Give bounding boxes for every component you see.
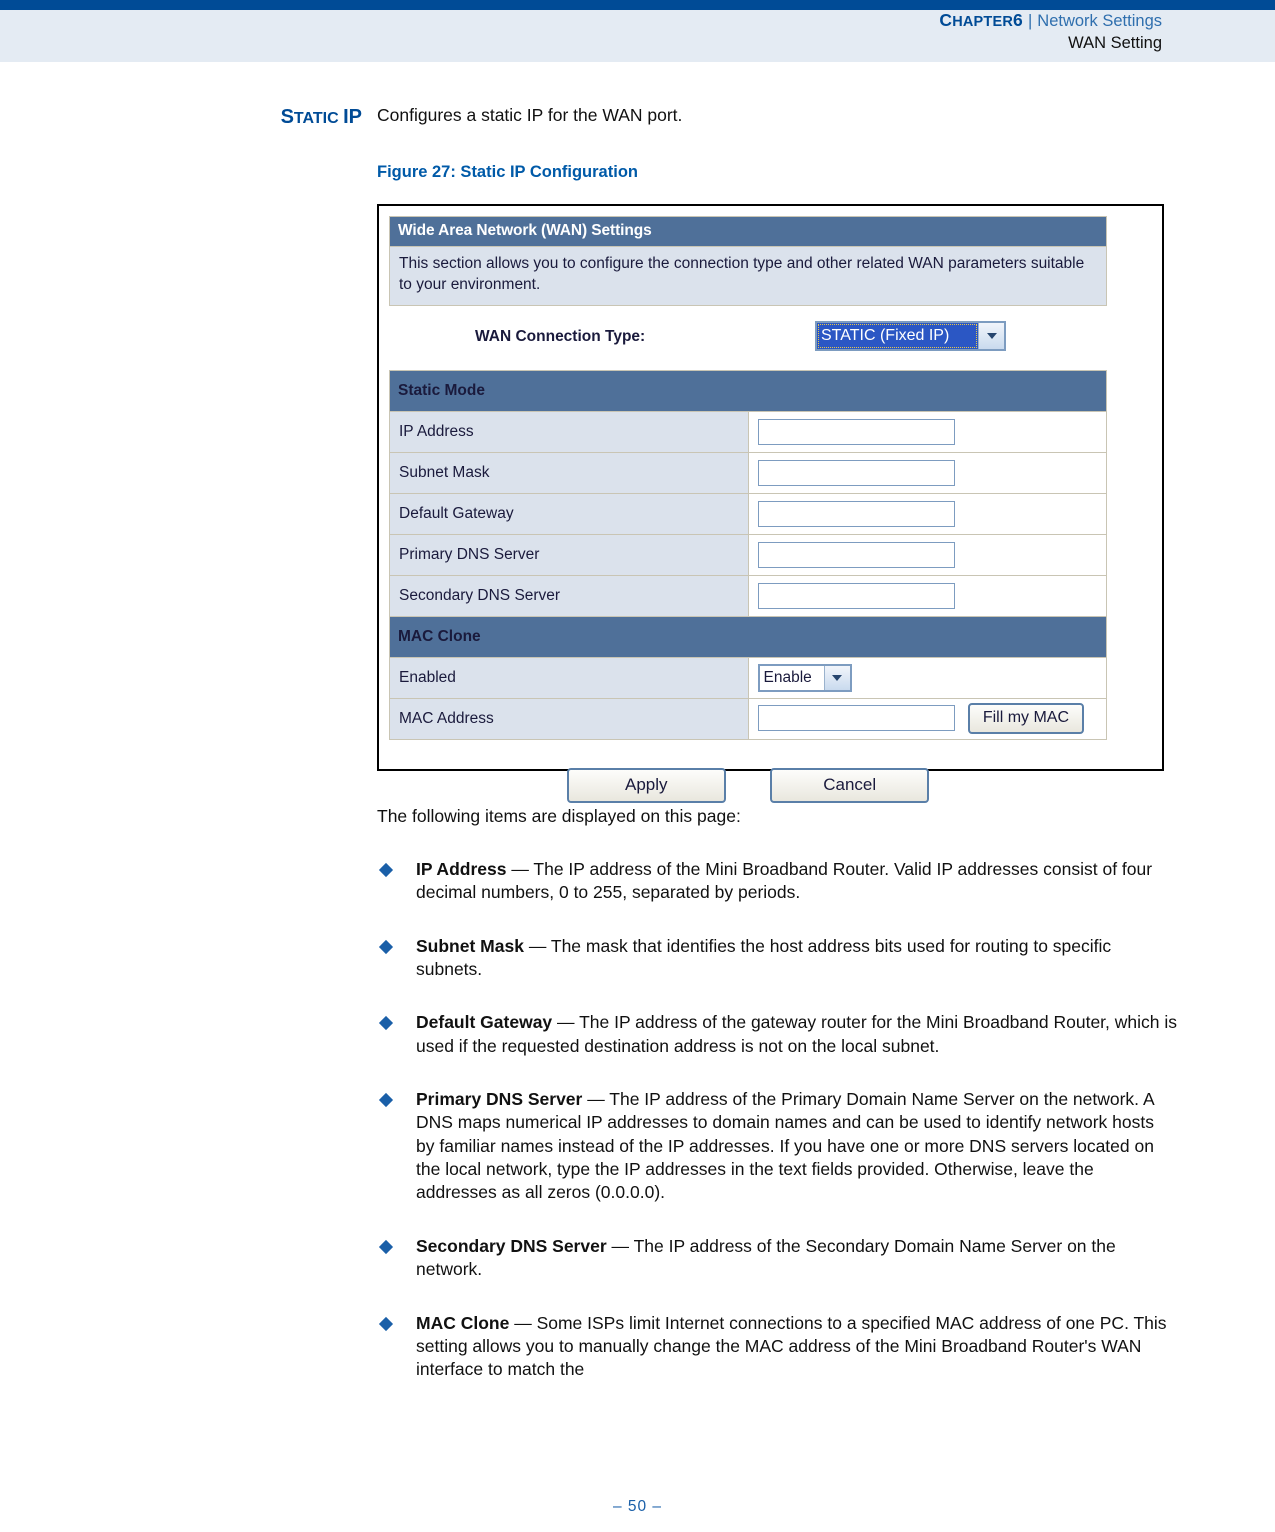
table-row: Enabled Enable <box>389 656 1107 699</box>
cancel-button[interactable]: Cancel <box>770 767 930 803</box>
dash-separator: — <box>582 1089 610 1109</box>
subnet-mask-input[interactable] <box>757 459 955 486</box>
intro-paragraph: Configures a static IP for the WAN port. <box>377 105 683 125</box>
mac-clone-section-title: MAC Clone <box>389 615 1107 658</box>
fill-my-mac-button[interactable]: Fill my MAC <box>967 703 1085 735</box>
list-item: Primary DNS Server — The IP address of t… <box>377 1088 1177 1205</box>
mac-address-label: MAC Address <box>389 697 749 740</box>
chapter-label: CHAPTER6 <box>939 10 1023 30</box>
list-item: IP Address — The IP address of the Mini … <box>377 858 1177 905</box>
page-top-rule <box>0 0 1275 10</box>
item-description-list: IP Address — The IP address of the Mini … <box>377 858 1177 1382</box>
marginal-initial: S <box>280 106 294 128</box>
dash-separator: — <box>506 858 534 879</box>
diamond-bullet-icon <box>378 862 394 877</box>
form-actions: Apply Cancel <box>389 740 1107 803</box>
diamond-bullet-icon <box>378 1092 394 1108</box>
chapter-number: 6 <box>1013 10 1023 30</box>
term-subnet-mask: Subnet Mask <box>416 935 524 956</box>
term-ip-address: IP Address <box>416 858 507 879</box>
apply-button[interactable]: Apply <box>566 767 726 803</box>
header-section-name: Network Settings <box>1037 12 1162 30</box>
chevron-down-icon[interactable] <box>978 322 1004 349</box>
wan-connection-type-select[interactable]: STATIC (Fixed IP) <box>815 320 1006 351</box>
wan-connection-type-value: STATIC (Fixed IP) <box>817 322 978 349</box>
secondary-dns-server-label: Secondary DNS Server <box>389 574 749 617</box>
wan-connection-type-label: WAN Connection Type: <box>475 327 646 345</box>
lead-in-paragraph: The following items are displayed on thi… <box>377 805 741 826</box>
mac-clone-header-row: MAC Clone <box>389 615 1107 658</box>
secondary-dns-server-cell <box>747 574 1107 617</box>
list-item: Subnet Mask — The mask that identifies t… <box>377 935 1177 982</box>
primary-dns-server-label: Primary DNS Server <box>389 533 749 576</box>
term-secondary-dns-server: Secondary DNS Server <box>416 1235 607 1256</box>
ip-address-label: IP Address <box>389 410 749 453</box>
header-separator: | <box>1027 12 1033 30</box>
header-subsection-name: WAN Setting <box>1068 34 1162 53</box>
dash-separator: — <box>552 1012 580 1033</box>
chapter-label-initial: C <box>939 10 953 30</box>
list-item: MAC Clone — Some ISPs limit Internet con… <box>377 1312 1177 1382</box>
primary-dns-server-input[interactable] <box>757 541 955 568</box>
running-header: CHAPTER6 | Network Settings WAN Setting <box>939 10 1162 53</box>
static-mode-section-title: Static Mode <box>389 369 1107 412</box>
mac-clone-enabled-value: Enable <box>763 668 812 686</box>
wan-connection-type-row: WAN Connection Type: STATIC (Fixed IP) <box>389 306 1107 370</box>
diamond-bullet-icon <box>378 1016 394 1031</box>
dash-separator: — <box>509 1312 537 1333</box>
dash-separator: — <box>606 1235 634 1256</box>
chapter-label-rest: HAPTER <box>952 14 1014 30</box>
table-row: Primary DNS Server <box>389 533 1107 576</box>
table-row: Subnet Mask <box>389 451 1107 494</box>
mac-address-input[interactable] <box>757 704 955 731</box>
table-row: Default Gateway <box>389 492 1107 535</box>
table-row: Secondary DNS Server <box>389 574 1107 617</box>
ip-address-input[interactable] <box>757 418 955 445</box>
figure-caption: Figure 27: Static IP Configuration <box>377 162 638 181</box>
list-item: Default Gateway — The IP address of the … <box>377 1011 1177 1058</box>
secondary-dns-server-input[interactable] <box>757 582 955 609</box>
page-number: – 50 – <box>612 1498 663 1515</box>
default-gateway-label: Default Gateway <box>389 492 749 535</box>
table-row: IP Address <box>389 410 1107 453</box>
content-column: Configures a static IP for the WAN port.… <box>377 104 1177 1382</box>
static-mode-table: Static Mode IP Address Subnet Mask Defau… <box>389 369 1107 740</box>
diamond-bullet-icon <box>378 1316 394 1331</box>
mac-clone-enabled-select[interactable]: Enable <box>757 663 852 692</box>
list-item: Secondary DNS Server — The IP address of… <box>377 1235 1177 1282</box>
figure-static-ip-configuration: Wide Area Network (WAN) Settings This se… <box>377 203 1164 803</box>
wan-settings-panel-title: Wide Area Network (WAN) Settings <box>389 215 1107 247</box>
term-primary-dns-server: Primary DNS Server <box>416 1089 583 1109</box>
primary-dns-server-cell <box>747 533 1107 576</box>
marginal-ip: IP <box>343 106 362 128</box>
mac-clone-enabled-label: Enabled <box>389 656 749 699</box>
ip-address-cell <box>747 410 1107 453</box>
mac-clone-enabled-cell: Enable <box>747 656 1107 699</box>
dash-separator: — <box>523 935 551 956</box>
term-default-gateway: Default Gateway <box>416 1012 553 1033</box>
subnet-mask-cell <box>747 451 1107 494</box>
diamond-bullet-icon <box>378 1239 394 1254</box>
default-gateway-cell <box>747 492 1107 535</box>
table-row: MAC Address Fill my MAC <box>389 697 1107 740</box>
chevron-down-icon[interactable] <box>823 665 850 690</box>
diamond-bullet-icon <box>378 939 394 954</box>
marginal-smallcaps: TATIC <box>293 110 339 127</box>
term-mac-clone: MAC Clone <box>416 1312 510 1333</box>
default-gateway-input[interactable] <box>757 500 955 527</box>
router-admin-ui: Wide Area Network (WAN) Settings This se… <box>389 215 1107 803</box>
running-header-line1: CHAPTER6 | Network Settings <box>939 10 1162 31</box>
subnet-mask-label: Subnet Mask <box>389 451 749 494</box>
wan-settings-panel-description: This section allows you to configure the… <box>389 246 1107 306</box>
static-mode-header-row: Static Mode <box>389 369 1107 412</box>
marginal-heading-static-ip: STATIC IP <box>150 106 362 129</box>
mac-address-cell: Fill my MAC <box>747 697 1107 740</box>
